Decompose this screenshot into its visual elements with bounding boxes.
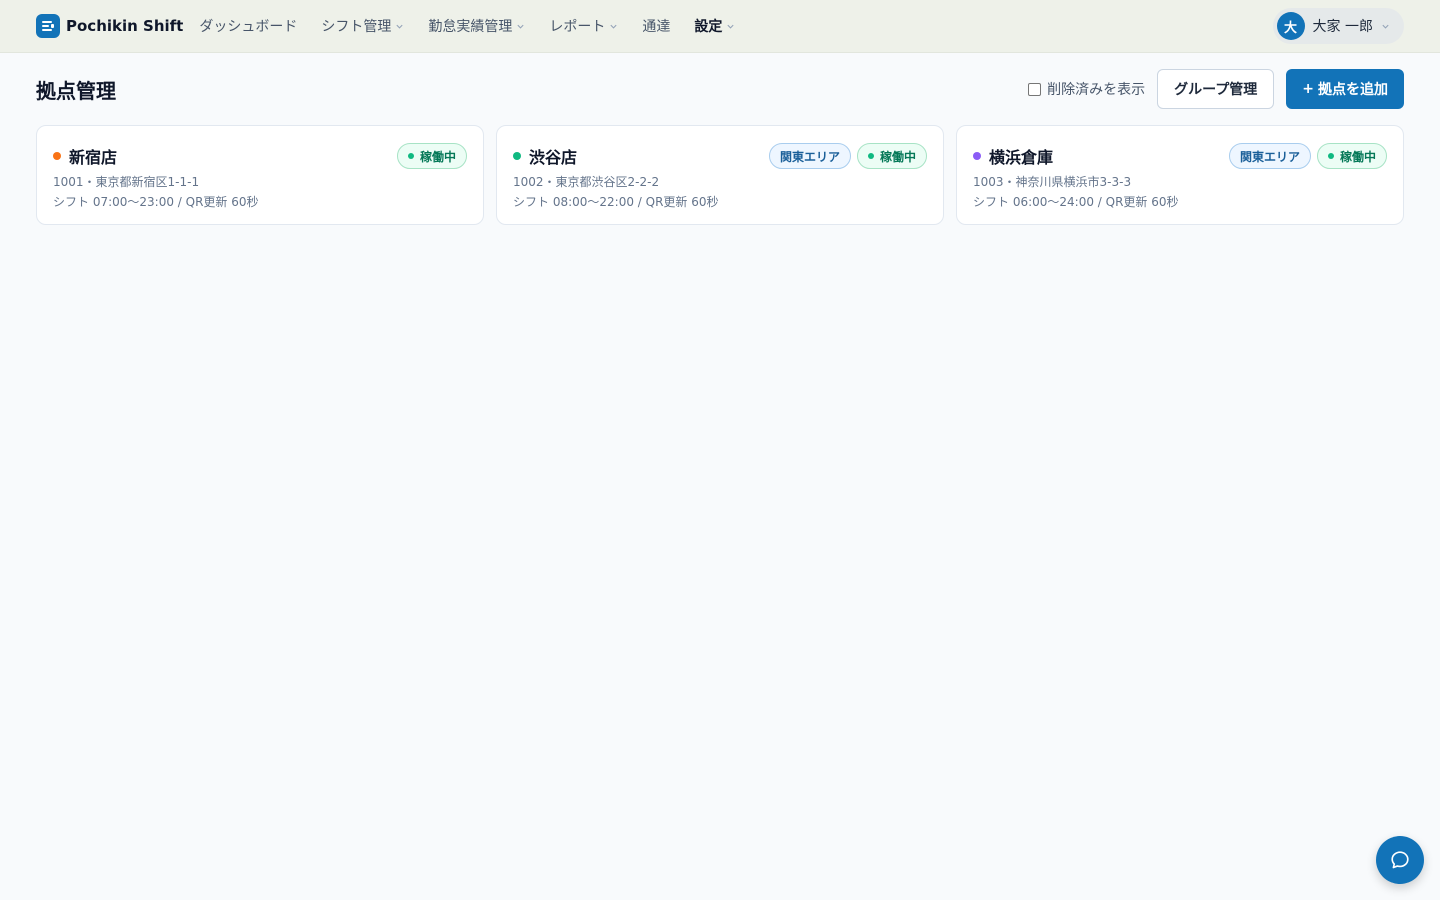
status-dot-icon <box>1327 153 1334 159</box>
nav-item-report[interactable]: レポート <box>549 16 618 36</box>
nav-item-dashboard[interactable]: ダッシュボード <box>199 16 297 36</box>
area-badge: 関東エリア <box>768 143 851 169</box>
status-badge: 稼働中 <box>856 143 927 169</box>
nav-item-label: 通達 <box>642 19 671 35</box>
page-actions: 削除済みを表示 グループ管理 + 拠点を追加 <box>1028 69 1404 109</box>
location-card[interactable]: 渋谷店 関東エリア 稼働中 1002・東京都渋谷区2-2-2 シフト 08:00… <box>496 125 944 225</box>
location-address: 1001・東京都新宿区1-1-1 <box>53 175 200 189</box>
add-location-button[interactable]: + 拠点を追加 <box>1286 69 1404 109</box>
chevron-down-icon <box>396 24 403 29</box>
nav-item-label: レポート <box>549 19 606 35</box>
plus-icon: + <box>1302 81 1314 97</box>
location-shift-info: シフト 06:00〜24:00 / QR更新 60秒 <box>973 195 1179 209</box>
main-nav: ダッシュボード シフト管理 勤怠実績管理 レポート 通達 設定 <box>199 16 735 36</box>
status-dot-icon <box>867 153 874 159</box>
status-badge: 稼働中 <box>396 143 467 169</box>
nav-item-settings[interactable]: 設定 <box>694 16 735 36</box>
page-header: 拠点管理 削除済みを表示 グループ管理 + 拠点を追加 <box>0 53 1440 125</box>
chevron-down-icon <box>517 24 524 29</box>
chevron-down-icon <box>727 24 734 29</box>
brand-name: Pochikin Shift <box>66 17 184 35</box>
chevron-down-icon <box>1382 24 1389 29</box>
location-card[interactable]: 新宿店 稼働中 1001・東京都新宿区1-1-1 シフト 07:00〜23:00… <box>36 125 484 225</box>
shift-logo-icon <box>36 14 60 38</box>
location-address: 1002・東京都渋谷区2-2-2 <box>513 175 660 189</box>
nav-item-label: ダッシュボード <box>199 19 298 35</box>
add-location-label: 拠点を追加 <box>1318 82 1388 98</box>
location-color-dot <box>513 152 521 160</box>
status-label: 稼働中 <box>419 149 456 164</box>
location-address: 1003・神奈川県横浜市3-3-3 <box>973 175 1132 189</box>
location-shift-info: シフト 07:00〜23:00 / QR更新 60秒 <box>53 195 259 209</box>
location-color-dot <box>973 152 981 160</box>
show-deleted-checkbox[interactable] <box>1028 82 1042 96</box>
status-label: 稼働中 <box>879 149 916 164</box>
avatar: 大 <box>1276 12 1305 40</box>
status-dot-icon <box>407 153 414 159</box>
user-name: 大家 一郎 <box>1312 19 1373 35</box>
nav-item-label: 勤怠実績管理 <box>428 19 513 35</box>
top-bar: Pochikin Shift ダッシュボード シフト管理 勤怠実績管理 レポート… <box>0 0 1440 53</box>
nav-item-label: シフト管理 <box>321 19 392 35</box>
status-badge: 稼働中 <box>1316 143 1387 169</box>
nav-item-notice[interactable]: 通達 <box>642 16 670 36</box>
location-name: 新宿店 <box>69 148 118 167</box>
nav-item-attendance[interactable]: 勤怠実績管理 <box>428 16 525 36</box>
group-manage-button[interactable]: グループ管理 <box>1157 69 1275 109</box>
user-menu[interactable]: 大 大家 一郎 <box>1272 8 1404 44</box>
chat-button[interactable] <box>1376 836 1424 884</box>
location-name: 渋谷店 <box>529 148 578 167</box>
chat-bubble-icon <box>1391 851 1409 869</box>
show-deleted-label: 削除済みを表示 <box>1047 82 1146 98</box>
nav-item-label: 設定 <box>694 19 723 35</box>
nav-item-shift[interactable]: シフト管理 <box>321 16 404 36</box>
status-label: 稼働中 <box>1339 149 1376 164</box>
location-card[interactable]: 横浜倉庫 関東エリア 稼働中 1003・神奈川県横浜市3-3-3 シフト 06:… <box>956 125 1404 225</box>
brand[interactable]: Pochikin Shift <box>36 14 183 38</box>
location-list: 新宿店 稼働中 1001・東京都新宿区1-1-1 シフト 07:00〜23:00… <box>0 125 1440 225</box>
location-name: 横浜倉庫 <box>989 148 1054 167</box>
chevron-down-icon <box>610 24 617 29</box>
page-title: 拠点管理 <box>36 78 116 103</box>
location-color-dot <box>53 152 61 160</box>
location-shift-info: シフト 08:00〜22:00 / QR更新 60秒 <box>513 195 719 209</box>
show-deleted-toggle[interactable]: 削除済みを表示 <box>1028 79 1145 99</box>
area-badge: 関東エリア <box>1228 143 1311 169</box>
